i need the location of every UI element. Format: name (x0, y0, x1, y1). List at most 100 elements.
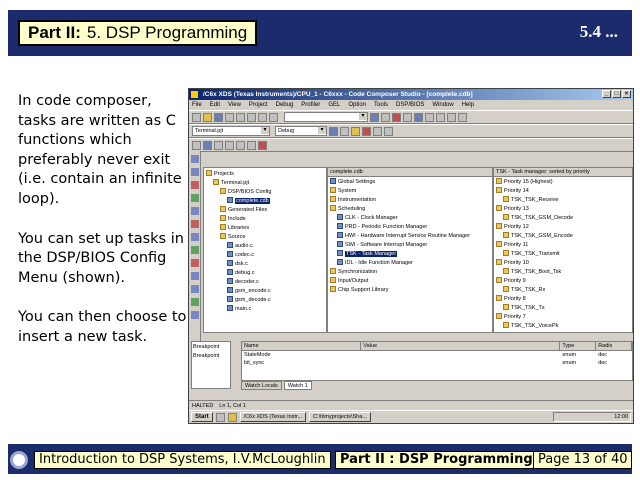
paste-icon[interactable] (247, 112, 256, 122)
tree-item[interactable]: Priority 15 (Highest) (496, 178, 632, 187)
stop-build-icon[interactable] (362, 126, 371, 136)
tree-item[interactable]: debug.c (206, 269, 326, 278)
halt-icon[interactable] (458, 112, 467, 122)
tree-item[interactable]: SWI - Software Interrupt Manager (330, 241, 492, 250)
tree-item[interactable]: IDL - Idle Function Manager (330, 259, 492, 268)
tree-item[interactable]: decoder.c (206, 278, 326, 287)
execution-graph-icon[interactable] (225, 140, 234, 150)
memory-view-icon[interactable] (191, 285, 199, 293)
message-log-icon[interactable] (247, 140, 256, 150)
tree-item[interactable]: Libraries (206, 224, 326, 233)
watch-icon[interactable] (403, 112, 412, 122)
watch-col-type[interactable]: Type (560, 342, 597, 350)
tree-item[interactable]: Priority 7 (496, 313, 632, 322)
close-icon[interactable]: × (622, 90, 631, 98)
tree-item[interactable]: TSK_TSK_Tx (496, 304, 632, 313)
new-file-icon[interactable] (192, 112, 201, 122)
tree-item[interactable]: Priority 14 (496, 187, 632, 196)
profile-point-icon[interactable] (191, 272, 199, 280)
copy-icon[interactable] (236, 112, 245, 122)
watch-row[interactable]: bit_sync enum dec (242, 359, 632, 367)
menu-item[interactable]: Help (462, 100, 474, 110)
tree-item[interactable]: Generated Files (206, 206, 326, 215)
tree-item[interactable]: audio.c (206, 242, 326, 251)
tree-item[interactable]: codec.c (206, 251, 326, 260)
tree-item[interactable]: Synchronization (330, 268, 492, 277)
start-button[interactable]: Start (191, 412, 213, 422)
tab-watch-locals[interactable]: Watch Locals (241, 381, 282, 390)
tree-item[interactable]: main.c (206, 305, 326, 314)
tree-item[interactable]: Priority 9 (496, 277, 632, 286)
rebuild-all-icon[interactable] (351, 126, 360, 136)
probe-icon[interactable] (384, 126, 393, 136)
run-icon[interactable] (447, 112, 456, 122)
cut-icon[interactable] (225, 112, 234, 122)
tree-item[interactable]: dsk.c (206, 260, 326, 269)
menu-item[interactable]: Tools (374, 100, 388, 110)
tree-item[interactable]: Input/Output (330, 277, 492, 286)
register-view-icon[interactable] (191, 298, 199, 306)
menu-item[interactable]: Profiler (301, 100, 320, 110)
breakpoint-toggle-icon[interactable] (191, 246, 199, 254)
menu-item[interactable]: Window (432, 100, 453, 110)
tree-item[interactable]: Include (206, 215, 326, 224)
explorer-icon[interactable] (227, 412, 237, 422)
task-folder[interactable]: C:\ti\myprojects\Sha... (309, 412, 371, 422)
rta-icon[interactable] (203, 140, 212, 150)
tree-item[interactable]: gsm_encode.c (206, 287, 326, 296)
tree-item[interactable]: System (330, 187, 492, 196)
halt-icon[interactable] (191, 220, 199, 228)
breakpoint-icon[interactable] (392, 112, 401, 122)
menu-item[interactable]: File (192, 100, 202, 110)
tree-item[interactable]: TSK_TSK_Rx (496, 286, 632, 295)
tree-item[interactable]: Terminal.pjt (206, 179, 326, 188)
tree-item[interactable]: Priority 12 (496, 223, 632, 232)
tree-item[interactable]: complete.cdb (206, 197, 326, 206)
incremental-build-icon[interactable] (340, 126, 349, 136)
disassembly-icon[interactable] (191, 311, 199, 319)
tree-item[interactable]: Scheduling (330, 205, 492, 214)
watch-col-name[interactable]: Name (242, 342, 362, 350)
kernel-view-icon[interactable] (258, 140, 267, 150)
tree-item[interactable]: TSK_TSK_GSM_Decode (496, 214, 632, 223)
find-icon[interactable] (370, 112, 379, 122)
minimize-icon[interactable]: _ (602, 90, 611, 98)
step-over-icon[interactable] (191, 168, 199, 176)
tree-item[interactable]: Priority 10 (496, 259, 632, 268)
maximize-icon[interactable]: □ (612, 90, 621, 98)
step-icon[interactable] (436, 112, 445, 122)
statistics-icon[interactable] (236, 140, 245, 150)
task-ccs[interactable]: /C6x XDS (Texas Instr... (239, 412, 307, 422)
bookmark-icon[interactable] (381, 112, 390, 122)
tree-item[interactable]: DSP/BIOS Config (206, 188, 326, 197)
find-combo[interactable] (284, 112, 368, 122)
tree-item[interactable]: TSK_TSK_VoicePk (496, 322, 632, 331)
step-out-icon[interactable] (191, 181, 199, 189)
tree-item[interactable]: Projects (206, 170, 326, 179)
desktop-icon[interactable] (215, 412, 225, 422)
run-to-cursor-icon[interactable] (191, 194, 199, 202)
tab-watch-1[interactable]: Watch 1 (283, 381, 312, 390)
tree-item[interactable]: Chip Support Library (330, 286, 492, 295)
save-icon[interactable] (214, 112, 223, 122)
cpu-load-icon[interactable] (214, 140, 223, 150)
menu-item[interactable]: Option (348, 100, 366, 110)
menu-item[interactable]: Edit (210, 100, 220, 110)
tree-item[interactable]: gsm_decode.c (206, 296, 326, 305)
tree-item[interactable]: Priority 8 (496, 295, 632, 304)
tree-item[interactable]: TSK_TSK_Transmit (496, 250, 632, 259)
tree-item[interactable]: TSK_TSK_Boot_Tsk (496, 268, 632, 277)
run-icon[interactable] (191, 207, 199, 215)
probe-point-icon[interactable] (191, 259, 199, 267)
tree-item[interactable]: Source (206, 233, 326, 242)
step-into-icon[interactable] (191, 155, 199, 163)
tree-item[interactable]: Instrumentation (330, 196, 492, 205)
project-combo[interactable]: Terminal.pjt (192, 126, 270, 136)
tree-item[interactable]: TSK - Task Manager (330, 250, 492, 259)
options-icon[interactable] (373, 126, 382, 136)
animate-icon[interactable] (191, 233, 199, 241)
menu-item[interactable]: GEL (328, 100, 340, 110)
bios-config-icon[interactable] (192, 140, 201, 150)
config-combo[interactable]: Debug (275, 126, 327, 136)
tree-item[interactable]: CLK - Clock Manager (330, 214, 492, 223)
